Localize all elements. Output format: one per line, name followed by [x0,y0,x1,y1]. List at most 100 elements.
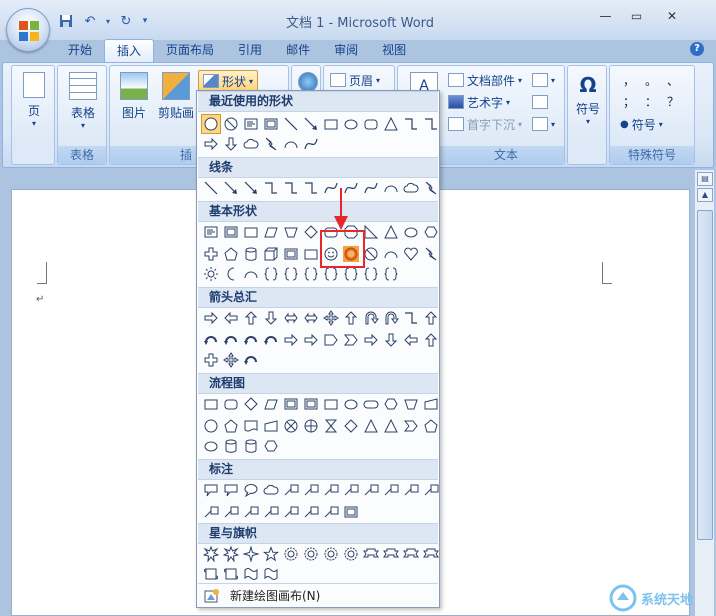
shape-lcall-icon[interactable] [302,503,320,521]
shape-arc-icon[interactable] [282,135,300,153]
shape-rect-icon[interactable] [322,115,340,133]
shape-heart-icon[interactable] [402,245,420,263]
shape-plus-icon[interactable] [202,245,220,263]
shape-doc-icon[interactable] [242,417,260,435]
shape-bolt-icon[interactable] [422,179,440,197]
shape-lcall-icon[interactable] [282,503,300,521]
shape-lcall-icon[interactable] [342,481,360,499]
shape-callout-icon[interactable] [202,481,220,499]
tab-3[interactable]: 引用 [226,39,274,63]
shape-brack-icon[interactable] [382,265,400,283]
shape-rarr-icon[interactable] [302,331,320,349]
shape-circarr-icon[interactable] [242,331,260,349]
shape-star5-icon[interactable] [262,545,280,563]
shape-lcall-icon[interactable] [222,503,240,521]
shape-lcall-icon[interactable] [302,481,320,499]
shape-cloud-icon[interactable] [402,179,420,197]
special-glyph-1[interactable]: 。 [640,72,662,89]
shape-ribbon-icon[interactable] [362,545,380,563]
picture-button[interactable]: 图片 [112,70,156,121]
page-button[interactable]: 页 ▾ [12,70,56,128]
shape-darr-icon[interactable] [382,331,400,349]
shape-hex-icon[interactable] [382,395,400,413]
shape-rect-icon[interactable] [302,245,320,263]
dropcap-button[interactable]: 首字下沉 ▾ [448,114,522,134]
shape-rarr-icon[interactable] [362,331,380,349]
shape-cloud-icon[interactable] [242,135,260,153]
shape-oval-icon[interactable] [342,115,360,133]
shapes-button[interactable]: 形状 ▾ [198,70,259,92]
shape-frame-icon[interactable] [262,115,280,133]
tab-6[interactable]: 视图 [370,39,418,63]
shape-manual-icon[interactable] [262,417,280,435]
shape-lcall-icon[interactable] [402,481,420,499]
shape-textbox-icon[interactable] [202,223,220,241]
shape-bolt-icon[interactable] [262,135,280,153]
clipart-button[interactable]: 剪贴画 [154,70,198,121]
shape-circarr-icon[interactable] [242,351,260,369]
shape-seal-icon[interactable] [342,545,360,563]
shape-seal-icon[interactable] [322,545,340,563]
shape-scroll-icon[interactable] [222,565,240,583]
shape-arrow-icon[interactable] [242,179,260,197]
tab-4[interactable]: 邮件 [274,39,322,63]
shape-burst-icon[interactable] [222,545,240,563]
shape-rect-icon[interactable] [242,223,260,241]
shape-ocall-icon[interactable] [242,481,260,499]
shape-pcirc-icon[interactable] [302,417,320,435]
shape-curve-icon[interactable] [362,179,380,197]
shape-elbow-icon[interactable] [422,115,440,133]
shape-frame-icon[interactable] [282,395,300,413]
shape-hex-icon[interactable] [262,437,280,455]
shape-trap-icon[interactable] [402,395,420,413]
datetime-button[interactable] [532,92,548,112]
shape-lcall-icon[interactable] [242,503,260,521]
shape-tri-icon[interactable] [382,115,400,133]
shape-circarr-icon[interactable] [262,331,280,349]
shape-lcall-icon[interactable] [202,503,220,521]
shape-circarr-icon[interactable] [222,331,240,349]
shape-larr-icon[interactable] [222,309,240,327]
undo-dropdown-icon[interactable]: ▾ [104,12,112,30]
shape-line-icon[interactable] [282,115,300,133]
shape-hex-icon[interactable] [422,223,440,241]
shape-pent-icon[interactable] [422,417,440,435]
shape-brack-icon[interactable] [282,265,300,283]
shape-uarr-icon[interactable] [242,309,260,327]
shape-tri-icon[interactable] [382,223,400,241]
tab-2[interactable]: 页面布局 [154,39,226,63]
close-button[interactable]: ✕ [652,6,692,26]
shape-arc-icon[interactable] [242,265,260,283]
help-icon[interactable]: ? [690,42,704,56]
shape-line-icon[interactable] [202,179,220,197]
shape-circ-icon[interactable] [202,417,220,435]
special-glyph-3[interactable]: ； [618,93,640,110]
shape-lcall-icon[interactable] [282,481,300,499]
save-icon[interactable] [56,12,76,30]
shape-cube-icon[interactable] [262,245,280,263]
shape-rarr-icon[interactable] [282,331,300,349]
shape-moon-icon[interactable] [222,265,240,283]
tab-5[interactable]: 审阅 [322,39,370,63]
special-glyph-2[interactable]: 、 [662,72,684,89]
shape-uarr-icon[interactable] [342,309,360,327]
shape-elbow-icon[interactable] [262,179,280,197]
shape-oval-icon[interactable] [202,437,220,455]
shape-curve-icon[interactable] [302,135,320,153]
shape-larr-icon[interactable] [402,331,420,349]
shape-cloud-icon[interactable] [262,481,280,499]
table-button[interactable]: 表格 ▾ [61,70,105,130]
shape-tri-icon[interactable] [382,417,400,435]
shape-bolt-icon[interactable] [422,245,440,263]
shape-diam-icon[interactable] [342,417,360,435]
object-button[interactable]: ▾ [532,114,555,134]
shape-para-icon[interactable] [262,223,280,241]
customize-qat-icon[interactable]: ▾ [140,12,150,30]
shape-quad-icon[interactable] [222,351,240,369]
shape-hour-icon[interactable] [322,417,340,435]
ruler-toggle-icon[interactable]: ▤ [697,172,713,186]
shape-seal-icon[interactable] [302,545,320,563]
shape-diam-icon[interactable] [242,395,260,413]
special-symbols-button[interactable]: ● 符号 ▾ [620,114,663,134]
shape-term-icon[interactable] [362,395,380,413]
